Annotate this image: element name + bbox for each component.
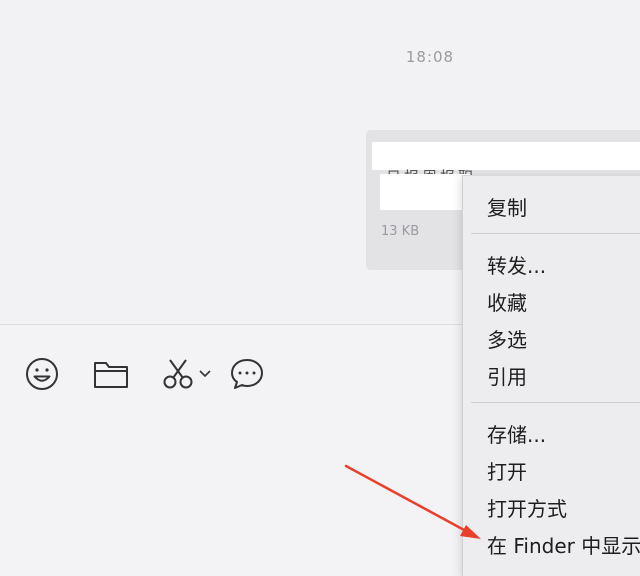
screenshot-button[interactable] xyxy=(160,356,214,392)
menu-item-open-with[interactable]: 打开方式 xyxy=(487,493,567,522)
menu-item-forward[interactable]: 转发... xyxy=(487,250,546,279)
menu-item-open[interactable]: 打开 xyxy=(487,456,527,485)
emoji-button[interactable] xyxy=(24,356,60,392)
chat-bubble-icon xyxy=(231,359,263,389)
message-timestamp: 18:08 xyxy=(405,48,455,66)
menu-separator xyxy=(471,233,640,234)
menu-item-quote[interactable]: 引用 xyxy=(487,361,527,390)
menu-item-favorite[interactable]: 收藏 xyxy=(487,287,527,316)
chevron-down-icon[interactable] xyxy=(198,369,212,379)
menu-item-save[interactable]: 存储... xyxy=(487,419,546,448)
menu-item-copy[interactable]: 复制 xyxy=(487,192,527,221)
emoji-icon xyxy=(26,358,58,390)
menu-separator xyxy=(471,402,640,403)
scissors-icon xyxy=(163,359,193,389)
menu-item-show-in-finder[interactable]: 在 Finder 中显示 xyxy=(487,530,640,559)
chat-history-button[interactable] xyxy=(228,356,266,392)
menu-item-multiselect[interactable]: 多选 xyxy=(487,324,527,353)
folder-icon xyxy=(94,362,128,388)
file-size: 13 KB xyxy=(381,224,420,239)
file-name-highlight-2 xyxy=(380,174,470,210)
folder-button[interactable] xyxy=(92,356,130,392)
context-menu: 复制 转发... 收藏 多选 引用 存储... 打开 打开方式 在 Finder… xyxy=(462,175,640,576)
